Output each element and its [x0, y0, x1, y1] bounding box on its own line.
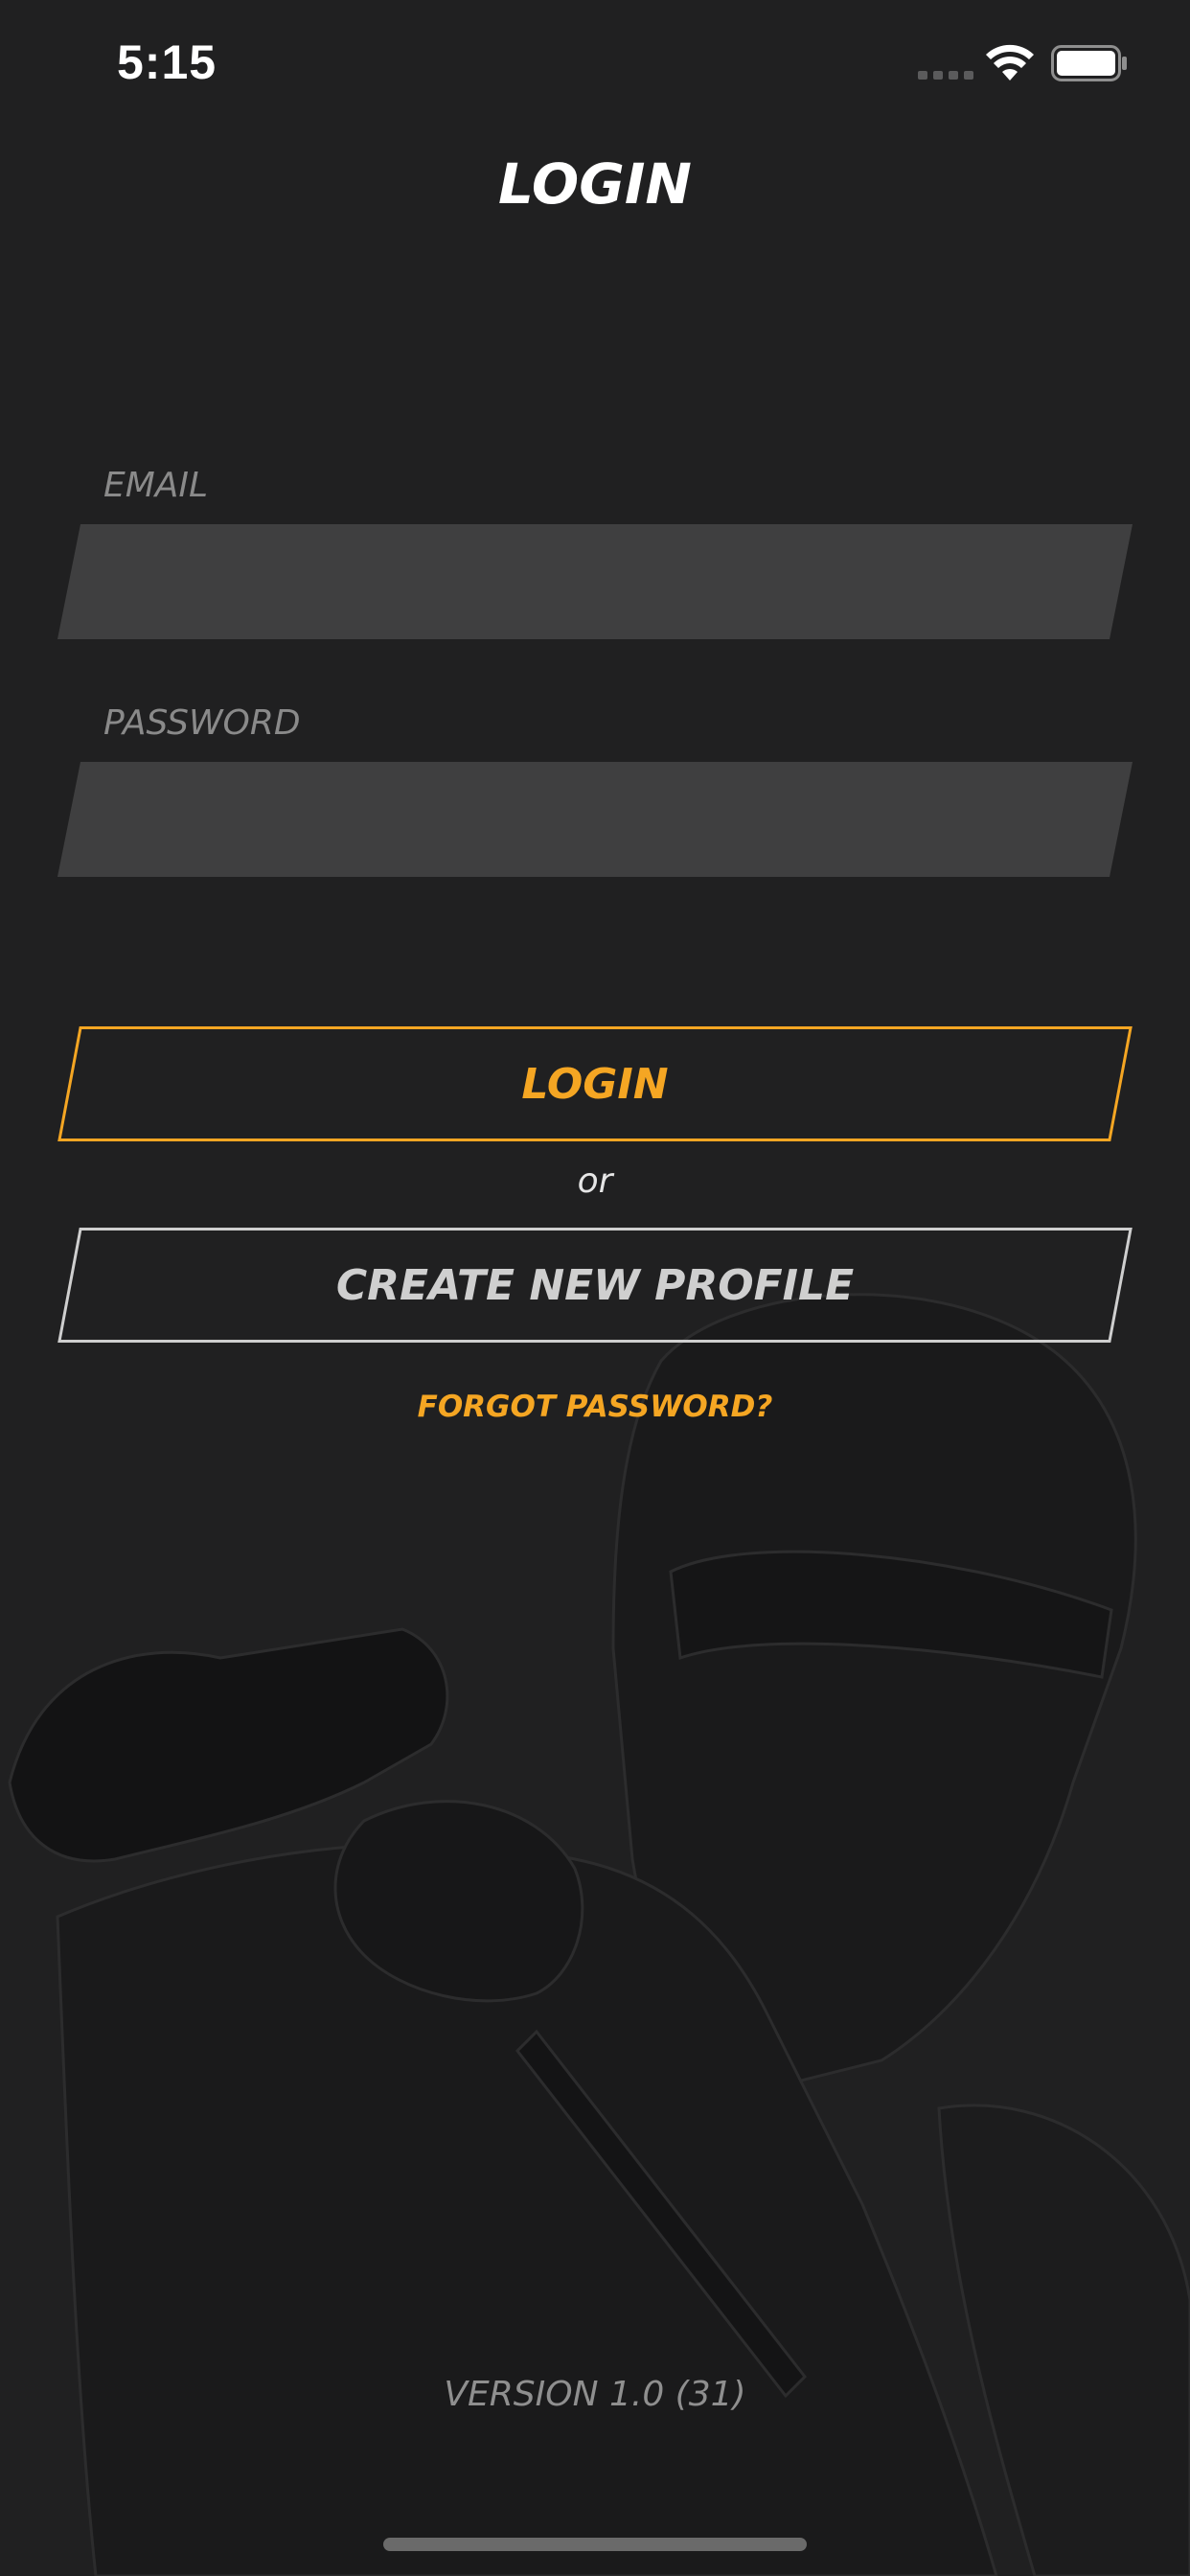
login-button[interactable]: LOGIN [57, 1026, 1133, 1141]
password-label: PASSWORD [103, 703, 301, 743]
battery-icon [1051, 45, 1127, 81]
email-label: EMAIL [103, 466, 209, 505]
create-profile-button[interactable]: CREATE NEW PROFILE [57, 1228, 1133, 1343]
home-indicator[interactable] [383, 2538, 807, 2551]
status-bar: 5:15 [0, 0, 1190, 129]
signal-icon [918, 71, 973, 80]
wifi-icon [986, 44, 1034, 80]
email-field[interactable] [57, 524, 1133, 639]
or-divider-text: or [577, 1162, 613, 1201]
email-input[interactable] [57, 524, 1133, 639]
forgot-password-link[interactable]: FORGOT PASSWORD? [0, 1390, 1190, 1424]
login-button-label: LOGIN [521, 1059, 669, 1109]
password-field[interactable] [57, 762, 1133, 877]
status-time: 5:15 [117, 35, 217, 89]
version-label: VERSION 1.0 (31) [444, 2375, 746, 2414]
page-title: LOGIN [498, 151, 692, 217]
password-input[interactable] [57, 762, 1133, 877]
create-profile-button-label: CREATE NEW PROFILE [335, 1260, 855, 1310]
